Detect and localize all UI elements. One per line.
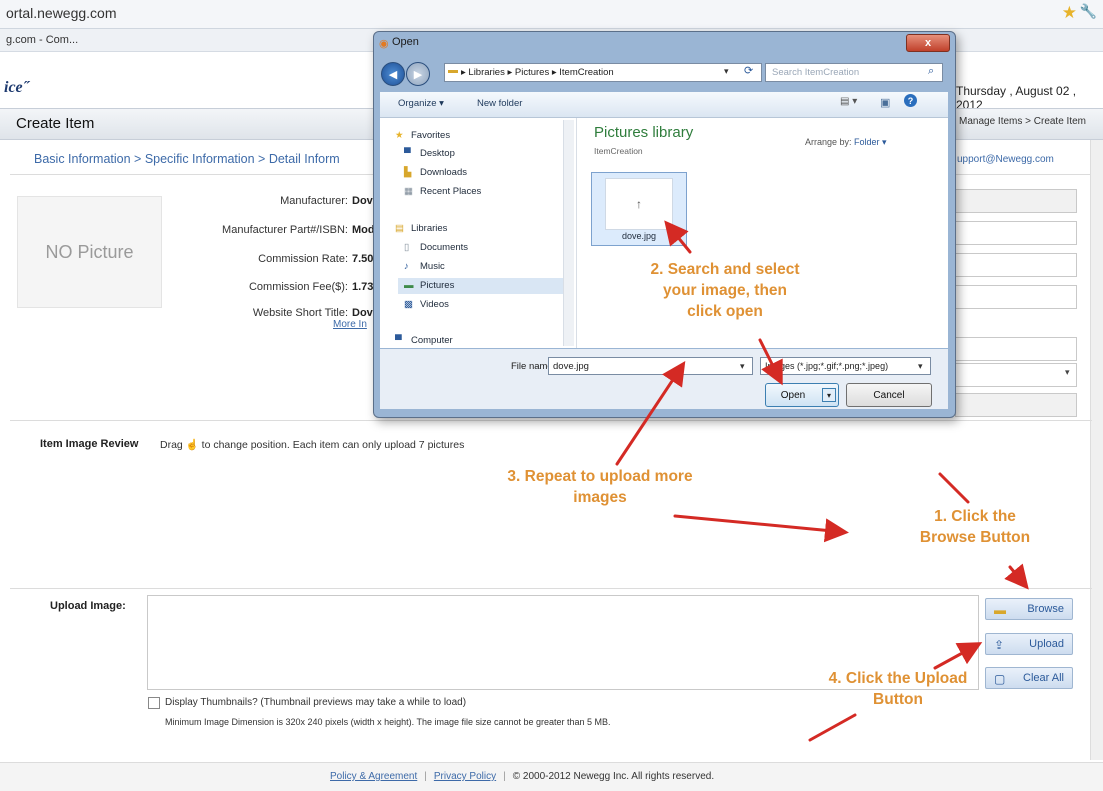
arrow-to-open <box>758 338 783 386</box>
arrow-to-browse <box>1004 563 1029 590</box>
annotation-arrows <box>615 220 1029 742</box>
arrow-to-filename <box>615 360 686 466</box>
arrow-step-3 <box>673 514 849 543</box>
arrow-to-file <box>664 220 692 254</box>
arrow-stroke <box>808 713 857 742</box>
arrow-to-upload <box>933 642 983 670</box>
arrow-stroke <box>938 472 970 504</box>
